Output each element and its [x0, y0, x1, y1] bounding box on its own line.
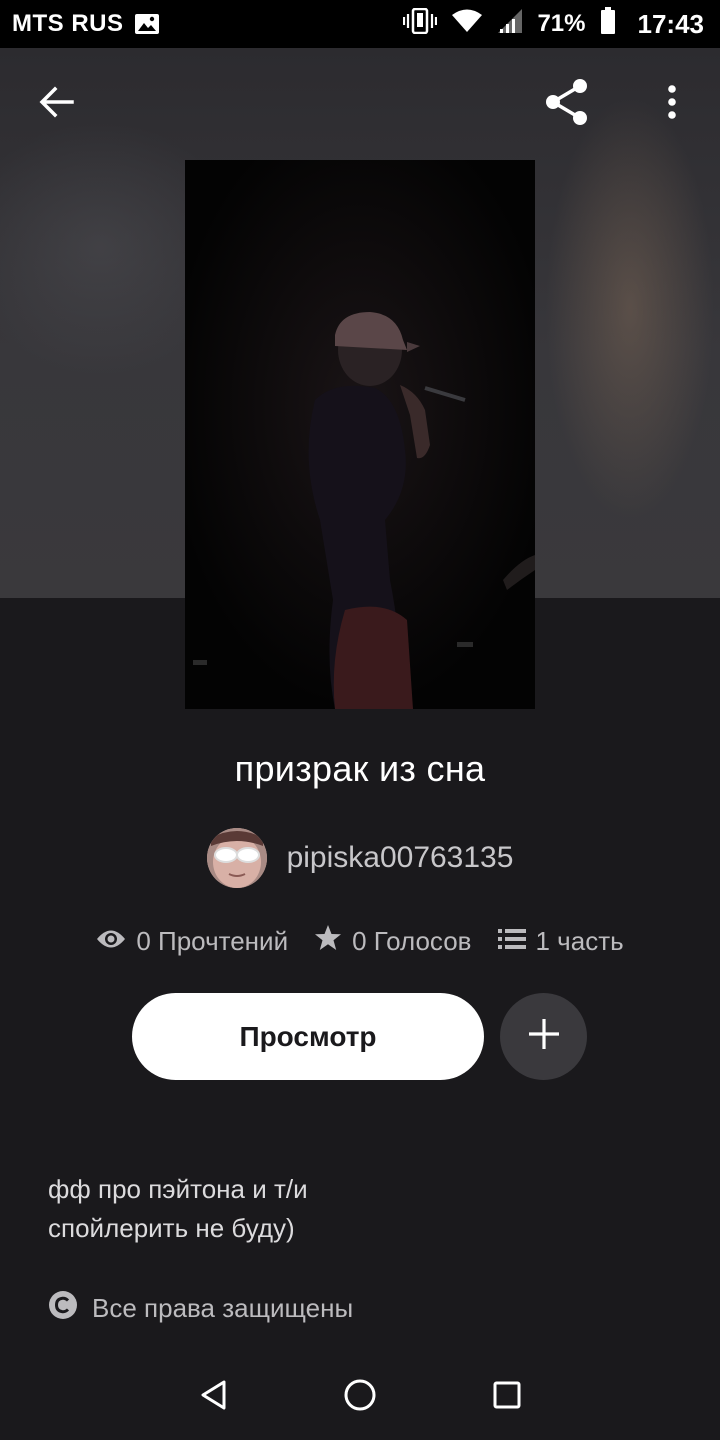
vibrate-icon — [403, 7, 438, 41]
author-username[interactable]: pipiska00763135 — [287, 841, 514, 875]
votes-stat: 0 Голосов — [314, 924, 472, 958]
list-icon — [497, 926, 526, 957]
back-triangle-icon — [199, 1379, 227, 1416]
battery-icon — [600, 6, 616, 42]
more-vert-icon — [667, 84, 677, 124]
reads-stat: 0 Прочтений — [96, 926, 288, 957]
plus-icon — [527, 1017, 561, 1056]
system-nav-bar — [0, 1354, 720, 1440]
nav-home-button[interactable] — [330, 1367, 390, 1427]
back-button[interactable] — [24, 72, 88, 136]
share-icon — [542, 77, 592, 132]
author-row[interactable]: pipiska00763135 — [0, 828, 720, 888]
home-circle-icon — [343, 1378, 377, 1417]
parts-count: 1 часть — [535, 925, 624, 956]
copyright-icon — [48, 1290, 78, 1327]
copyright-text: Все права защищены — [92, 1293, 354, 1323]
story-stats: 0 Прочтений 0 Голосов 1 часть — [0, 924, 720, 958]
share-button[interactable] — [535, 72, 599, 136]
wifi-icon — [451, 9, 483, 40]
view-button[interactable]: Просмотр — [132, 993, 484, 1080]
description-line: спойлерить не буду) — [48, 1213, 295, 1243]
status-bar: MTS RUS 71% 17:43 — [0, 0, 720, 48]
back-arrow-icon — [38, 86, 74, 123]
story-cover-image[interactable] — [185, 160, 535, 709]
story-details-screen: MTS RUS 71% 17:43 призрак из сна pipiska… — [0, 0, 720, 1440]
copyright-row: Все права защищены — [48, 1290, 353, 1327]
avatar[interactable] — [206, 828, 267, 888]
story-title: призрак из сна — [234, 748, 486, 789]
nav-back-button[interactable] — [183, 1367, 243, 1427]
story-description: фф про пэйтона и т/и спойлерить не буду) — [48, 1170, 668, 1248]
nav-recents-button[interactable] — [477, 1367, 537, 1427]
carrier-name: MTS RUS — [12, 10, 124, 37]
eye-icon — [96, 926, 126, 957]
parts-stat: 1 часть — [497, 925, 624, 957]
description-line: фф про пэйтона и т/и — [48, 1174, 308, 1204]
add-to-library-button[interactable] — [500, 993, 587, 1080]
image-notification-icon — [134, 13, 160, 35]
more-options-button[interactable] — [640, 72, 704, 136]
battery-percent: 71% — [537, 10, 586, 37]
star-icon — [314, 924, 342, 958]
clock: 17:43 — [637, 8, 705, 39]
signal-icon — [497, 8, 523, 41]
reads-count: 0 Прочтений — [136, 925, 289, 956]
recents-square-icon — [492, 1380, 522, 1415]
votes-count: 0 Голосов — [352, 925, 472, 956]
